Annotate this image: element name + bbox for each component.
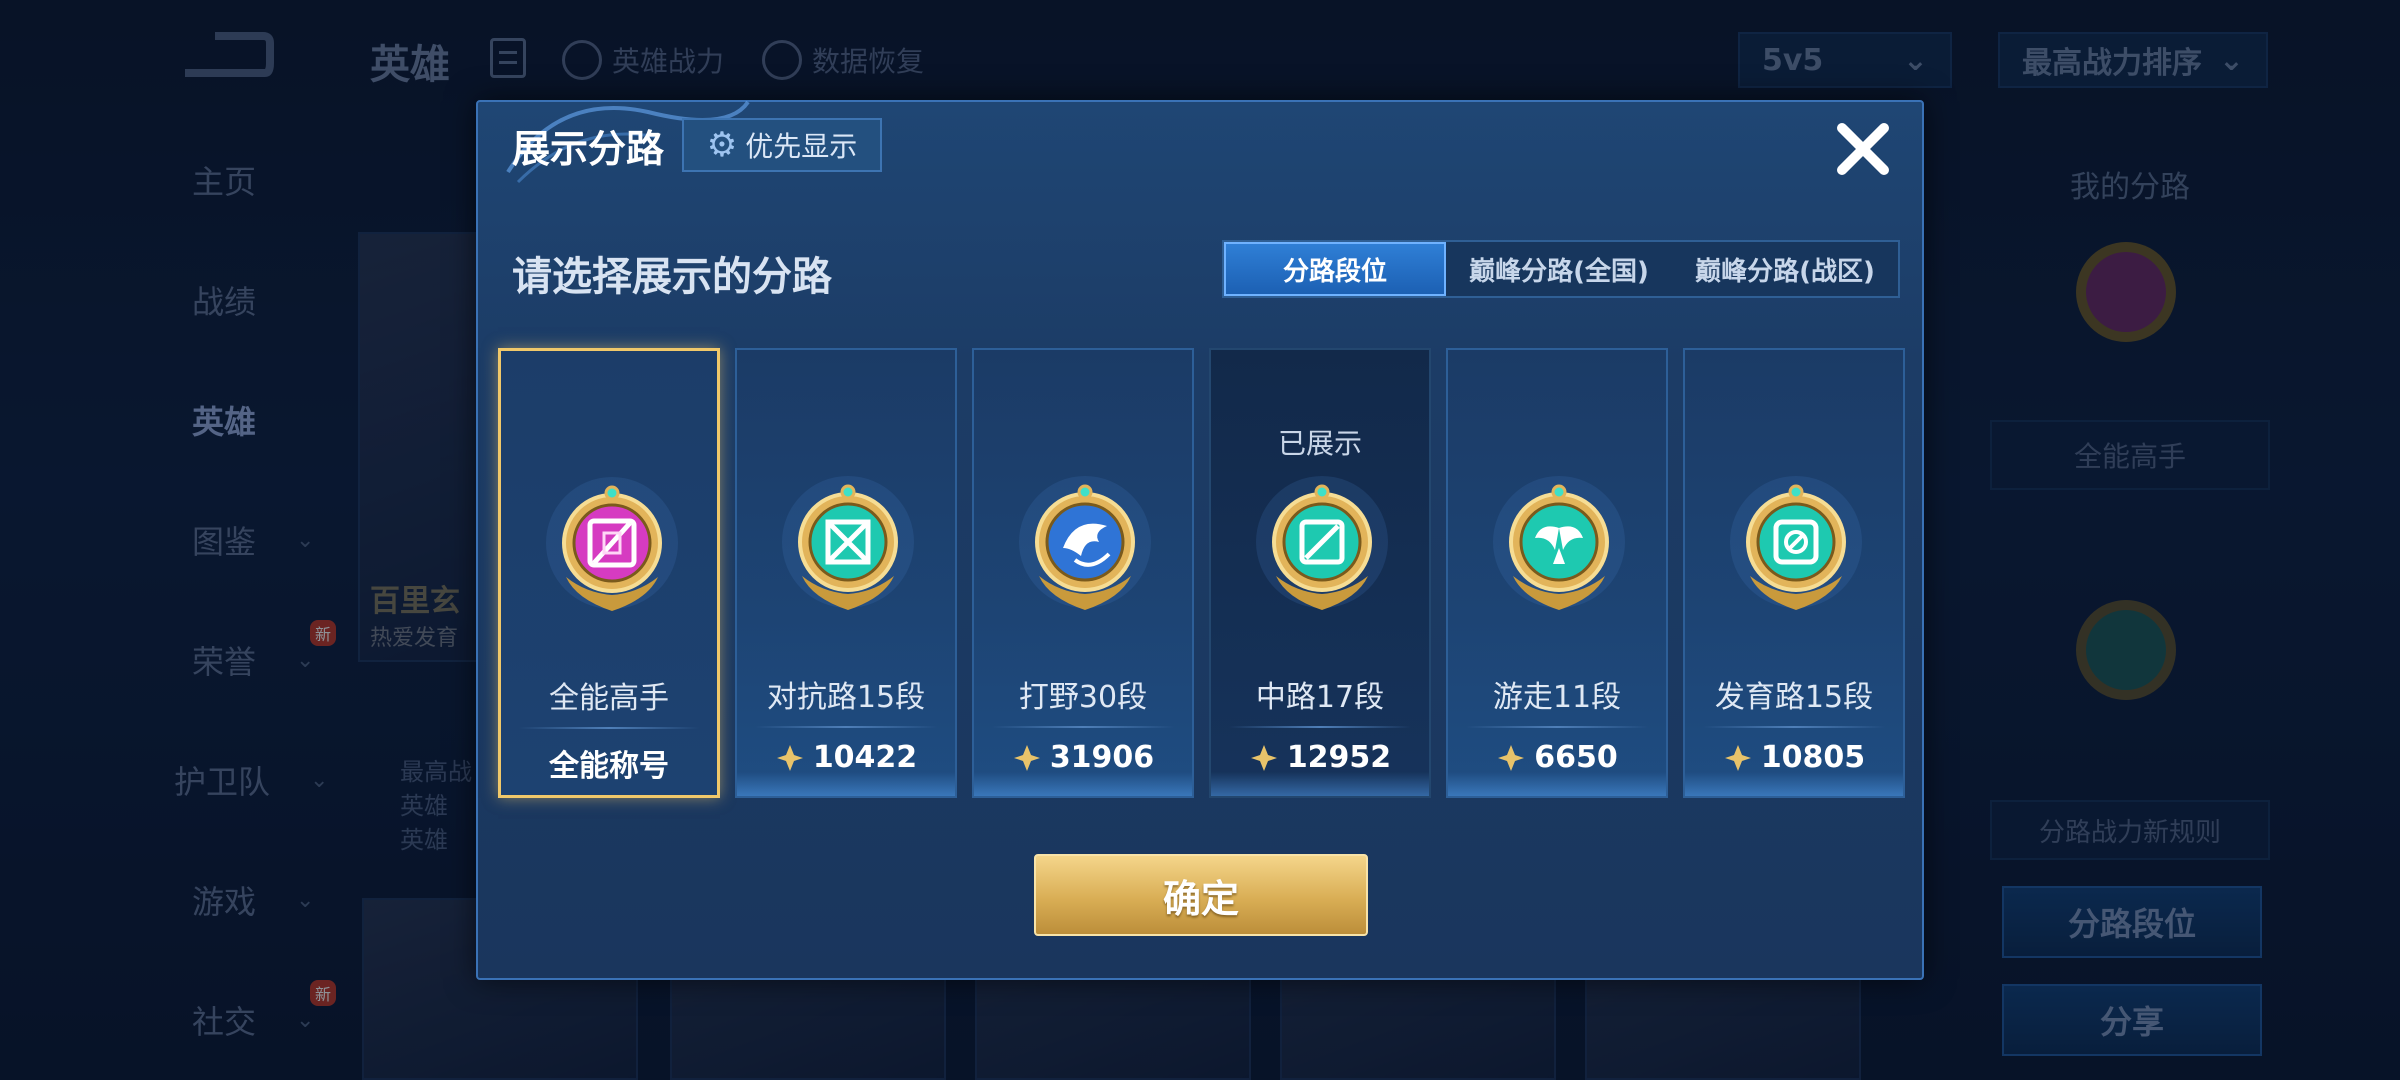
card-divider: [1229, 726, 1411, 728]
tab-peak-region[interactable]: 巅峰分路(战区): [1672, 242, 1898, 296]
power-icon: [1012, 743, 1042, 773]
dialog-title: 展示分路: [512, 127, 665, 171]
card-divider: [1466, 726, 1648, 728]
card-glow: [974, 772, 1192, 796]
lane-rank-label: 发育路15段: [1714, 680, 1874, 715]
confirm-button[interactable]: 确定: [1034, 854, 1368, 936]
dialog-header: 展示分路 ⚙ 优先显示: [478, 102, 1922, 192]
lane-card[interactable]: 全能高手 全能称号: [498, 348, 720, 798]
gear-icon: ⚙: [706, 125, 738, 165]
card-divider: [992, 726, 1174, 728]
farm-lane-icon: [1726, 468, 1866, 618]
preference-button-label: 优先显示: [745, 130, 858, 163]
card-divider: [519, 727, 699, 729]
card-glow: [1211, 772, 1429, 796]
lane-power: 全能称号: [501, 741, 717, 785]
lane-power-value: 全能称号: [549, 749, 669, 784]
lane-card[interactable]: 游走11段 6650: [1446, 348, 1668, 798]
lane-power-value: 6650: [1534, 740, 1618, 775]
card-divider: [755, 726, 937, 728]
power-icon: [775, 743, 805, 773]
power-icon: [1249, 743, 1279, 773]
mid-lane-icon: [1252, 468, 1392, 618]
lane-power-value: 10422: [812, 740, 918, 775]
roam-icon: [1489, 468, 1629, 618]
close-button[interactable]: [1828, 114, 1898, 184]
power-icon: [1723, 743, 1753, 773]
allround-icon: [542, 469, 682, 619]
lane-power: 31906: [974, 740, 1192, 775]
lane-card[interactable]: 对抗路15段 10422: [735, 348, 957, 798]
card-divider: [1703, 726, 1885, 728]
jungle-icon: [1015, 468, 1155, 618]
lane-rank-label: 游走11段: [1492, 680, 1622, 715]
lane-card[interactable]: 打野30段 31906: [972, 348, 1194, 798]
power-icon: [1496, 743, 1526, 773]
lane-rank-label: 打野30段: [1018, 680, 1148, 715]
lane-rank-label: 全能高手: [549, 681, 669, 716]
lane-card[interactable]: 发育路15段 10805: [1683, 348, 1905, 798]
lane-power: 12952: [1211, 740, 1429, 775]
lane-power: 10805: [1685, 740, 1903, 775]
close-icon: [1837, 123, 1889, 175]
lane-tabs: 分路段位 巅峰分路(全国) 巅峰分路(战区): [1222, 240, 1900, 298]
lane-rank-label: 对抗路15段: [766, 680, 926, 715]
tab-lane-rank[interactable]: 分路段位: [1224, 242, 1446, 296]
lane-card-list: 全能高手 全能称号 对抗路15段 10422 打野30段 31906 已展示 中路17段 129…: [498, 348, 1908, 798]
card-glow: [1448, 772, 1666, 796]
card-glow: [737, 772, 955, 796]
tab-peak-national[interactable]: 巅峰分路(全国): [1446, 242, 1672, 296]
clash-lane-icon: [778, 468, 918, 618]
lane-power-value: 10805: [1760, 740, 1866, 775]
shown-label: 已展示: [1277, 427, 1362, 460]
lane-rank-label: 中路17段: [1255, 680, 1385, 715]
lane-power-value: 12952: [1286, 740, 1392, 775]
lane-card[interactable]: 已展示中路17段 12952: [1209, 348, 1431, 798]
display-lane-dialog: 展示分路 ⚙ 优先显示 请选择展示的分路 分路段位 巅峰分路(全国) 巅峰分路(…: [476, 100, 1924, 980]
preference-button[interactable]: ⚙ 优先显示: [682, 118, 882, 172]
lane-power: 10422: [737, 740, 955, 775]
lane-power: 6650: [1448, 740, 1666, 775]
dialog-subtitle: 请选择展示的分路: [512, 254, 832, 300]
lane-power-value: 31906: [1049, 740, 1155, 775]
card-glow: [1685, 772, 1903, 796]
